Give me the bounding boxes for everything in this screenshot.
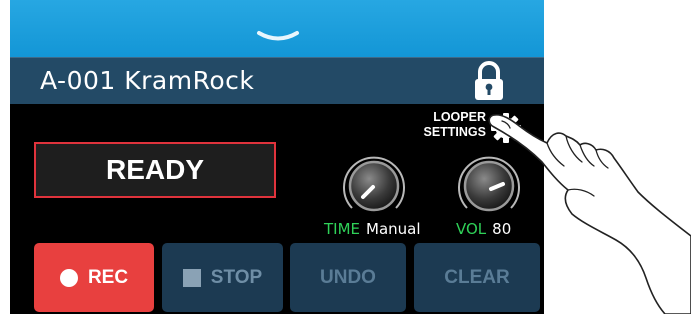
patch-name: A-001 KramRock	[40, 66, 255, 95]
rec-label: REC	[87, 266, 129, 288]
stop-square-icon	[182, 268, 201, 287]
rec-button[interactable]: REC	[34, 243, 154, 312]
pointing-hand-illustration	[488, 114, 691, 314]
chevron-down-icon[interactable]	[256, 30, 300, 44]
time-label: TIME	[324, 220, 361, 238]
looper-status-display: READY	[34, 142, 276, 198]
undo-button[interactable]: UNDO	[290, 243, 406, 312]
looper-settings-line2: SETTINGS	[423, 125, 486, 139]
lock-icon[interactable]	[471, 60, 507, 102]
time-param: TIME Manual	[324, 220, 421, 238]
stop-button[interactable]: STOP	[162, 243, 283, 312]
looper-screen: A-001 KramRock LOOPER SETTINGS READY TIM…	[10, 0, 544, 314]
rec-dot-icon	[59, 268, 78, 287]
looper-settings-label: LOOPER SETTINGS	[390, 110, 486, 140]
stop-label: STOP	[210, 266, 263, 288]
looper-settings-line1: LOOPER	[433, 110, 486, 124]
undo-label: UNDO	[320, 266, 376, 288]
top-bar[interactable]	[10, 0, 544, 57]
time-knob[interactable]	[338, 150, 410, 222]
patch-bar[interactable]: A-001 KramRock	[10, 57, 544, 104]
time-value: Manual	[366, 220, 421, 238]
